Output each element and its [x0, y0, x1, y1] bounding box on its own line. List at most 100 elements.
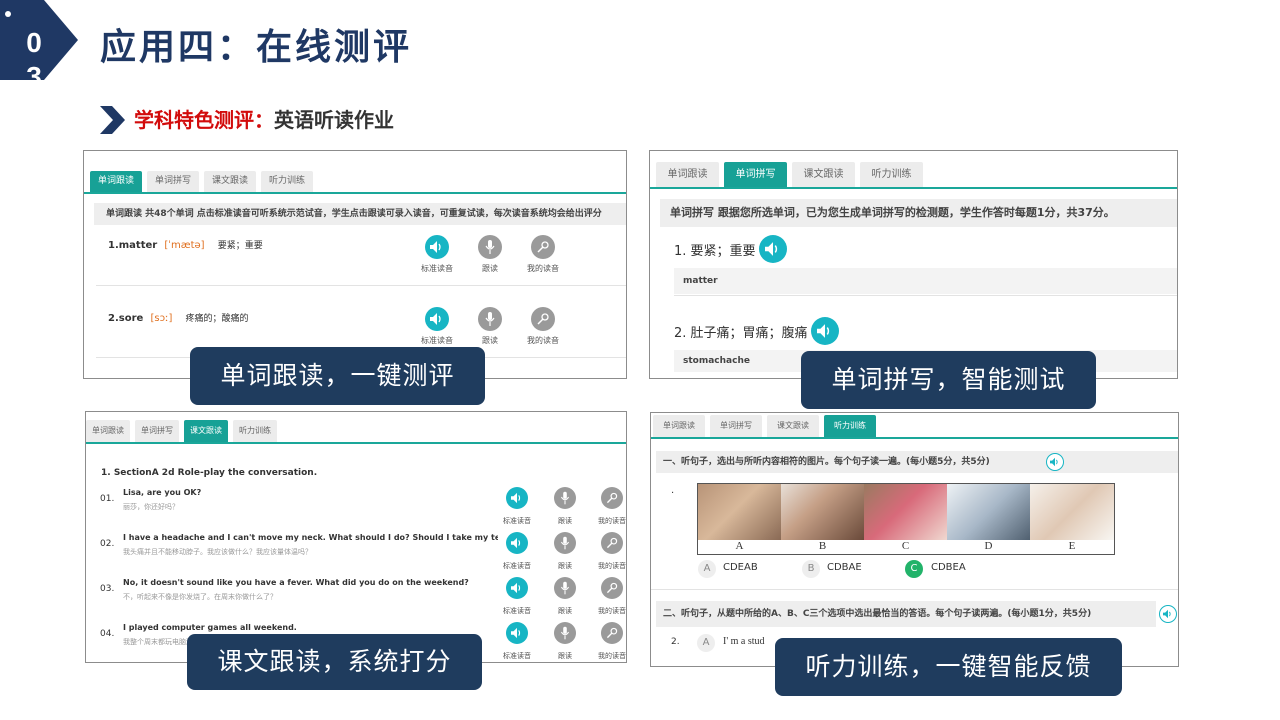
section-badge: 0 3 [0, 0, 78, 84]
line-number: 04. [100, 629, 115, 639]
option-b-text: CDBAE [827, 562, 862, 573]
option-b-radio[interactable]: B [802, 560, 820, 578]
line-chinese: 不，听起来不像是你发烧了。在周末你做什么了？ [123, 593, 277, 601]
panel-text-readalong: 单词跟读 单词拼写 课文跟读 听力训练 1. SectionA 2d Role-… [85, 411, 627, 663]
section-one-audio-button[interactable] [1046, 453, 1064, 471]
phonetic: [ˈmætə] [164, 240, 205, 251]
tab-listening[interactable]: 听力训练 [824, 415, 876, 437]
microphone-icon [560, 626, 570, 640]
tab-listening[interactable]: 听力训练 [233, 420, 277, 442]
standard-audio-button[interactable] [425, 307, 449, 331]
option-c-radio[interactable]: C [905, 560, 923, 578]
line-chinese: 我头痛并且不能移动脖子。我应该做什么？我应该量体温吗？ [123, 548, 312, 556]
my-audio-button[interactable] [601, 622, 623, 644]
question-number: 2. [671, 637, 680, 647]
my-audio-button[interactable] [601, 532, 623, 554]
panel-listening: 单词跟读 单词拼写 课文跟读 听力训练 一、听句子，选出与所听内容相符的图片。每… [650, 412, 1179, 667]
microphone-icon [485, 240, 495, 254]
play-audio-button[interactable] [811, 317, 839, 345]
record-label: 跟读 [482, 336, 498, 345]
caption-listening: 听力训练，一键智能反馈 [775, 638, 1122, 696]
picture-c [864, 484, 947, 540]
my-audio-button[interactable] [601, 487, 623, 509]
tab-word-readalong[interactable]: 单词跟读 [653, 415, 705, 437]
my-audio-label: 我的读音 [598, 652, 626, 660]
tab-word-spelling[interactable]: 单词拼写 [147, 171, 199, 192]
line-number: 03. [100, 584, 115, 594]
standard-audio-button[interactable] [506, 532, 528, 554]
standard-audio-label: 标准读音 [421, 264, 453, 273]
answer-field[interactable]: matter [674, 268, 1177, 294]
divider [96, 285, 626, 286]
panel-word-readalong: 单词跟读 单词拼写 课文跟读 听力训练 单词跟读 共48个单词 点击标准读音可听… [83, 150, 627, 379]
subtitle-highlight: 学科特色测评： [134, 108, 274, 132]
meaning: 要紧；重要 [217, 241, 263, 251]
picture-a [698, 484, 781, 540]
speaker-icon [430, 241, 441, 253]
record-label: 跟读 [482, 264, 498, 273]
my-audio-label: 我的读音 [598, 607, 626, 615]
speaker-icon [765, 242, 778, 256]
speaker-icon [511, 492, 521, 504]
record-button[interactable] [554, 577, 576, 599]
tab-text-readalong[interactable]: 课文跟读 [792, 162, 855, 187]
play-audio-button[interactable] [759, 235, 787, 263]
speaker-icon [511, 582, 521, 594]
picture-b [781, 484, 864, 540]
standard-audio-label: 标准读音 [421, 336, 453, 345]
option-a-radio[interactable]: A [698, 560, 716, 578]
microphone-icon [560, 536, 570, 550]
picture-e [1030, 484, 1114, 540]
tab-word-readalong[interactable]: 单词跟读 [656, 162, 719, 187]
tab-word-readalong[interactable]: 单词跟读 [86, 420, 130, 442]
tab-word-spelling[interactable]: 单词拼写 [135, 420, 179, 442]
picture-label: B [818, 540, 827, 552]
my-audio-label: 我的读音 [598, 517, 626, 525]
tab-text-readalong[interactable]: 课文跟读 [184, 420, 228, 442]
phonetic: [sɔː] [150, 313, 173, 324]
record-button[interactable] [554, 622, 576, 644]
tab-listening[interactable]: 听力训练 [261, 171, 313, 192]
word-row: 1.matter [ˈmætə] 要紧；重要 [108, 238, 263, 251]
microphone-icon [560, 581, 570, 595]
my-audio-label: 我的读音 [527, 336, 559, 345]
section-two-audio-button[interactable] [1159, 605, 1177, 623]
standard-audio-button[interactable] [506, 622, 528, 644]
tab-listening[interactable]: 听力训练 [860, 162, 923, 187]
my-audio-icon [537, 313, 549, 325]
page-subtitle: 学科特色测评：英语听读作业 [134, 104, 394, 133]
badge-number: 0 [26, 27, 42, 58]
tab-word-spelling[interactable]: 单词拼写 [710, 415, 762, 437]
my-audio-button[interactable] [531, 307, 555, 331]
standard-audio-button[interactable] [506, 487, 528, 509]
speaker-icon [430, 313, 441, 325]
picture-label: D [984, 540, 993, 552]
my-audio-icon [606, 537, 618, 549]
record-button[interactable] [554, 532, 576, 554]
record-button[interactable] [478, 307, 502, 331]
my-audio-button[interactable] [601, 577, 623, 599]
record-button[interactable] [554, 487, 576, 509]
tab-word-spelling[interactable]: 单词拼写 [724, 162, 787, 187]
tab-bar: 单词跟读 单词拼写 课文跟读 听力训练 [651, 415, 1178, 439]
divider [651, 589, 1178, 590]
standard-audio-button[interactable] [425, 235, 449, 259]
section-heading: 1. SectionA 2d Role-play the conversatio… [101, 468, 318, 478]
speaker-icon [1050, 457, 1058, 467]
tab-word-readalong[interactable]: 单词跟读 [90, 171, 142, 192]
line-english: No, it doesn't sound like you have a fev… [123, 578, 469, 587]
tab-bar: 单词跟读 单词拼写 课文跟读 听力训练 [84, 171, 626, 194]
section-one-heading: 一、听句子，选出与所听内容相符的图片。每个句子读一遍。(每小题5分，共5分) [656, 451, 1178, 473]
word: 2.sore [108, 313, 144, 324]
badge-number-2: 3 [26, 61, 42, 84]
line-chinese: 丽莎，你还好吗？ [123, 503, 179, 511]
my-audio-button[interactable] [531, 235, 555, 259]
tab-text-readalong[interactable]: 课文跟读 [204, 171, 256, 192]
caption-word-spelling: 单词拼写，智能测试 [801, 351, 1096, 409]
record-button[interactable] [478, 235, 502, 259]
tab-text-readalong[interactable]: 课文跟读 [767, 415, 819, 437]
q2-option-a-radio[interactable]: A [697, 634, 715, 652]
tab-bar: 单词跟读 单词拼写 课文跟读 听力训练 [650, 162, 1177, 189]
q2-option-a-text: I' m a stud [723, 636, 765, 647]
standard-audio-button[interactable] [506, 577, 528, 599]
